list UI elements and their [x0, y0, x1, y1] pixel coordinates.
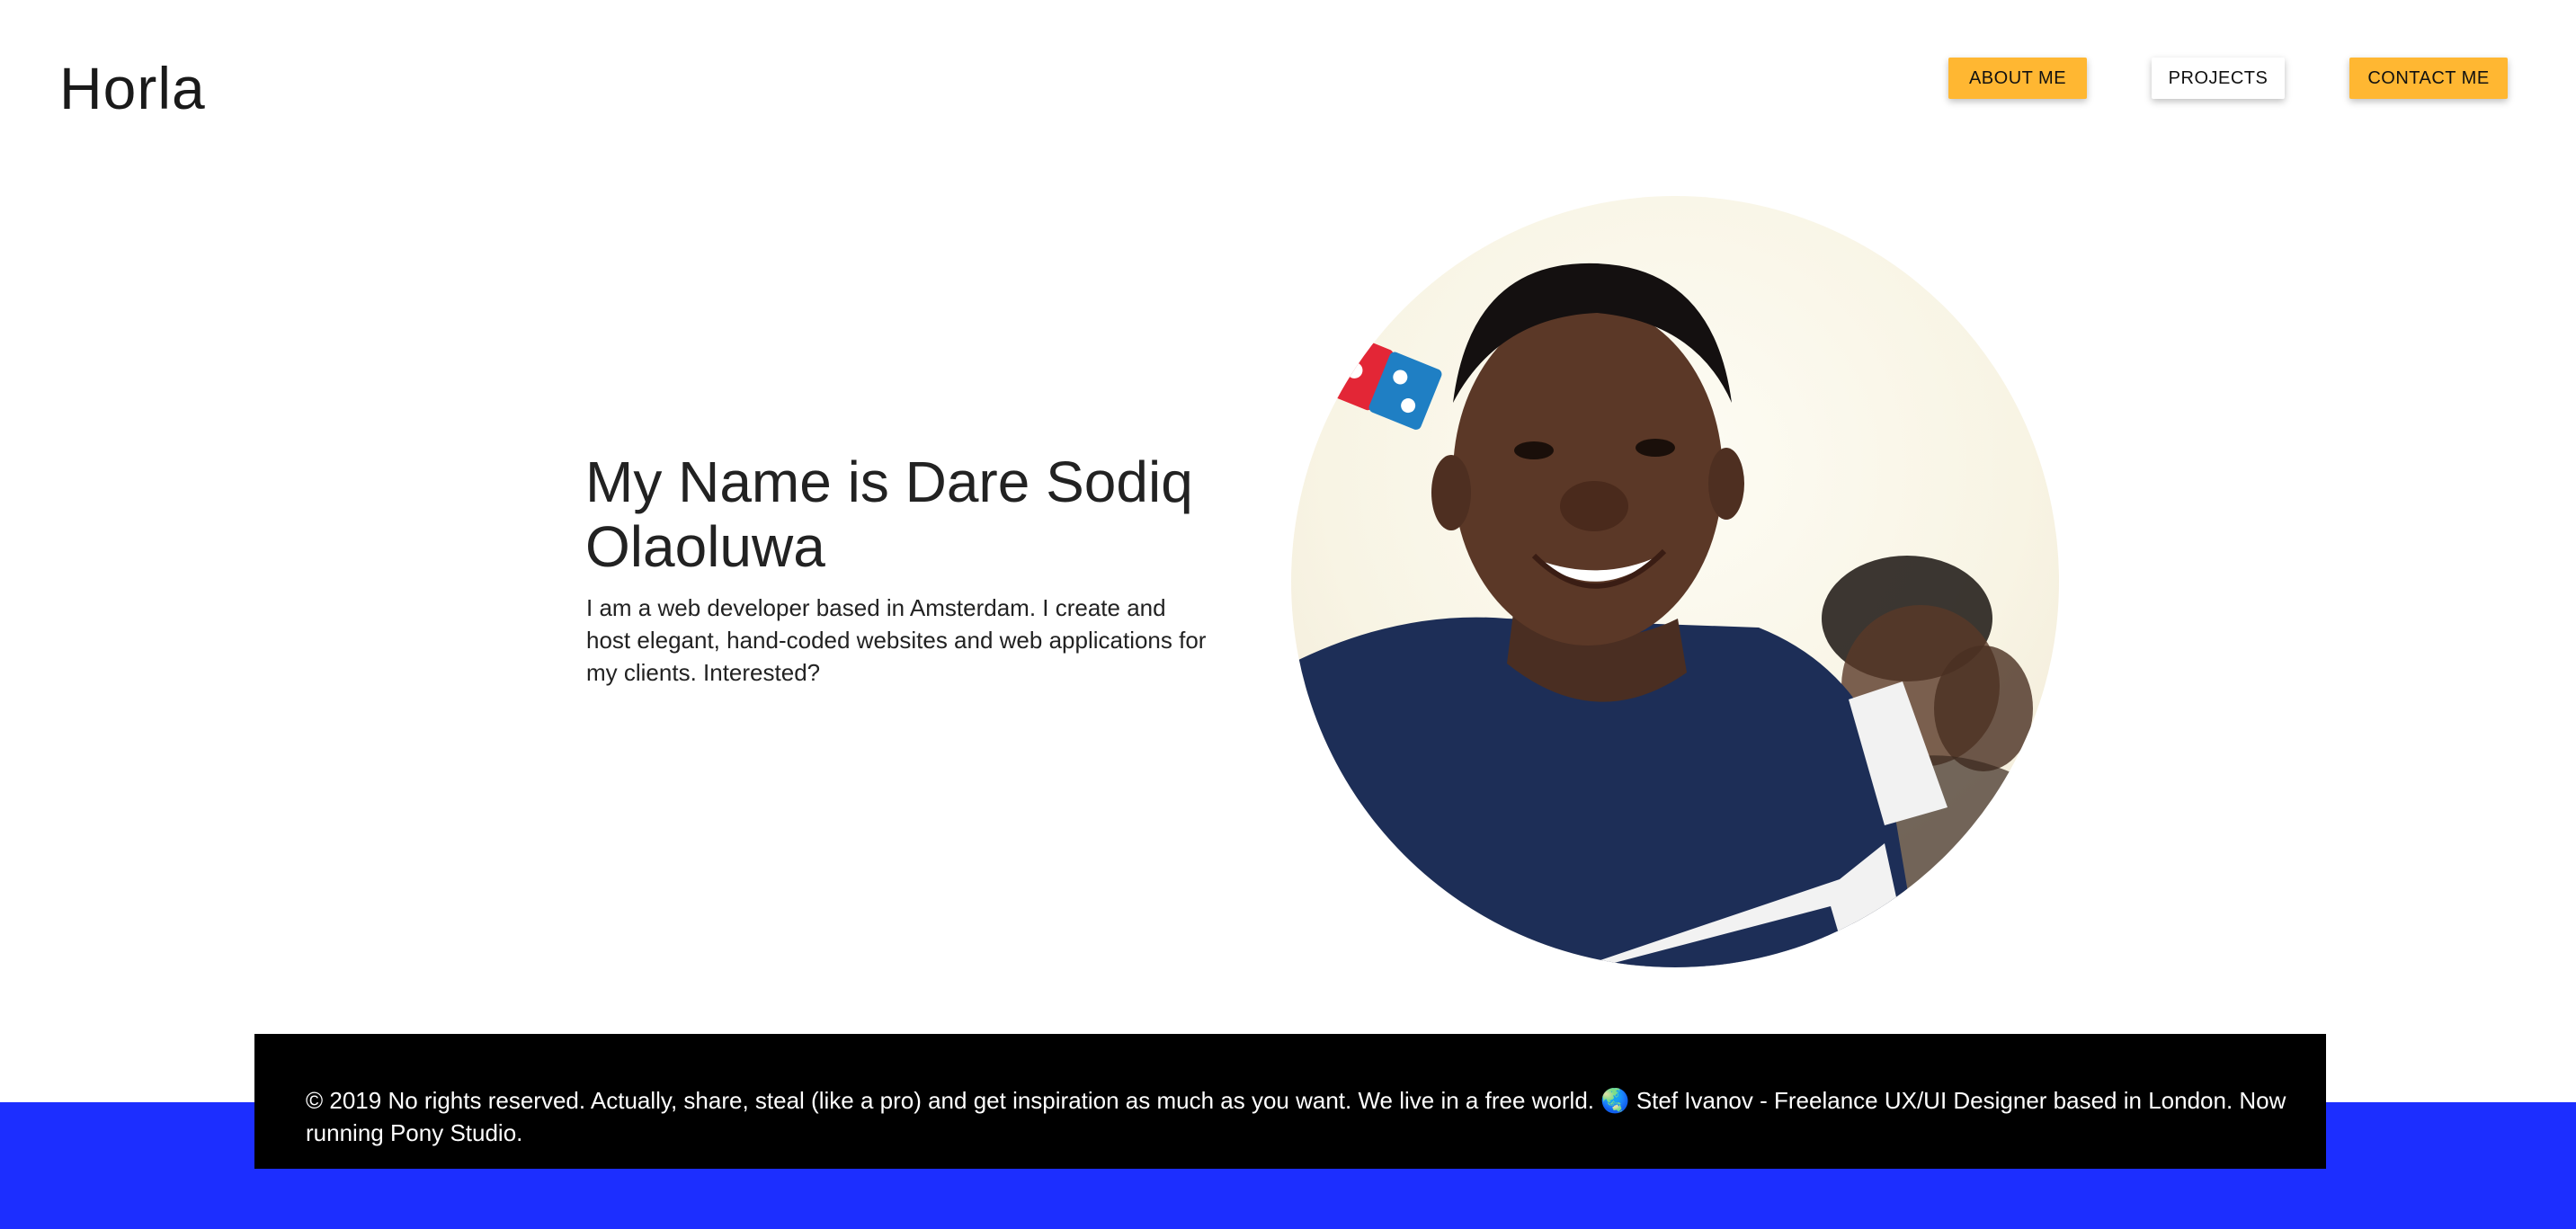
hero-title: My Name is Dare Sodiq Olaoluwa: [585, 450, 1193, 579]
page: Horla ABOUT ME PROJECTS CONTACT ME My Na…: [0, 0, 2576, 1229]
profile-photo-illustration: [1291, 263, 2059, 967]
projects-button[interactable]: PROJECTS: [2152, 58, 2285, 99]
footer-text: © 2019 No rights reserved. Actually, sha…: [306, 1087, 2286, 1146]
contact-me-button[interactable]: CONTACT ME: [2349, 58, 2508, 99]
hero-description: I am a web developer based in Amsterdam.…: [586, 594, 1207, 686]
about-me-button[interactable]: ABOUT ME: [1948, 58, 2087, 99]
main-nav: ABOUT ME PROJECTS CONTACT ME: [0, 58, 2576, 99]
domino-logo-icon: [1320, 332, 1442, 430]
footer: © 2019 No rights reserved. Actually, sha…: [254, 1034, 2326, 1169]
profile-photo: [1291, 196, 2059, 967]
